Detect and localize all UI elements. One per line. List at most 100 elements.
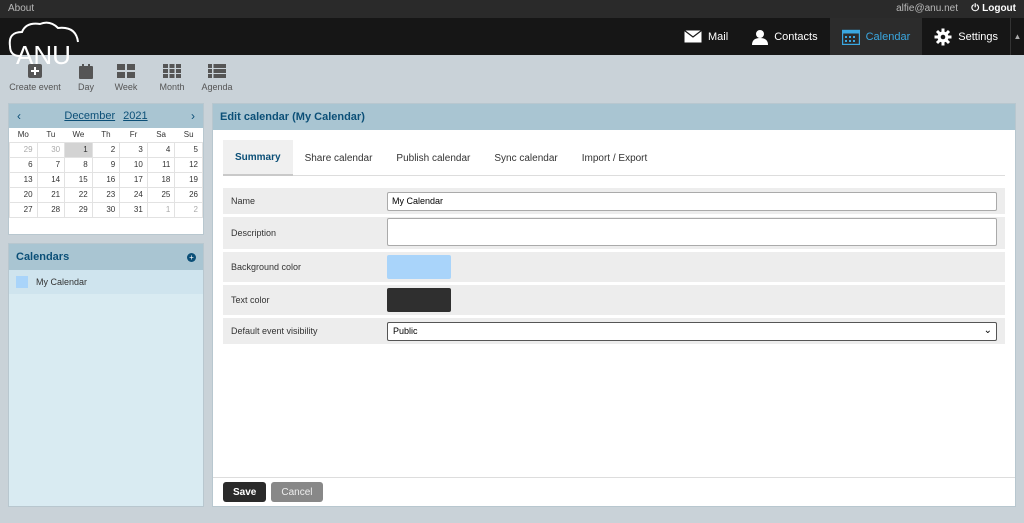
- nav-calendar-label: Calendar: [865, 30, 911, 43]
- nav-settings[interactable]: Settings: [922, 18, 1010, 55]
- day-cell[interactable]: 11: [146, 156, 176, 173]
- agenda-view-button[interactable]: Agenda: [194, 62, 240, 98]
- day-cell[interactable]: 26: [174, 186, 203, 203]
- week-icon: [117, 62, 135, 80]
- description-field[interactable]: [387, 217, 997, 246]
- nav-calendar[interactable]: Calendar: [829, 18, 923, 55]
- tab-summary[interactable]: Summary: [223, 140, 293, 176]
- day-cell[interactable]: 3: [119, 141, 148, 158]
- day-cell[interactable]: 15: [64, 171, 93, 188]
- day-cell[interactable]: 22: [64, 186, 93, 203]
- day-cell[interactable]: 8: [64, 156, 93, 173]
- calendar-list-item[interactable]: My Calendar: [9, 270, 203, 294]
- day-cell[interactable]: 12: [174, 156, 203, 173]
- calendars-panel: Calendars + My Calendar: [8, 243, 204, 507]
- weekday-header: Fr: [129, 130, 138, 140]
- about-link[interactable]: About: [8, 3, 34, 14]
- create-event-button[interactable]: Create event: [0, 62, 70, 98]
- day-cell[interactable]: 1: [146, 201, 176, 218]
- day-cell[interactable]: 10: [119, 156, 148, 173]
- tab-sync-calendar[interactable]: Sync calendar: [482, 140, 569, 176]
- background-color-picker[interactable]: [387, 255, 451, 279]
- save-button[interactable]: Save: [223, 482, 267, 502]
- agenda-label: Agenda: [201, 82, 233, 92]
- day-cell[interactable]: 29: [64, 201, 93, 218]
- weekday-header: Mo: [17, 130, 29, 140]
- text-color-picker[interactable]: [387, 288, 451, 312]
- year-select[interactable]: 2021: [123, 110, 147, 122]
- month-view-button[interactable]: Month: [150, 62, 194, 98]
- calendar-form: Name Description Background color Text c…: [223, 188, 1005, 347]
- day-cell[interactable]: 18: [146, 171, 176, 188]
- day-cell[interactable]: 24: [119, 186, 148, 203]
- day-cell[interactable]: 13: [9, 171, 38, 188]
- tab-share-calendar[interactable]: Share calendar: [293, 140, 385, 176]
- day-cell[interactable]: 6: [9, 156, 38, 173]
- day-cell[interactable]: 23: [91, 186, 121, 203]
- day-cell[interactable]: 20: [9, 186, 38, 203]
- chevron-down-icon: ⌄: [983, 324, 992, 336]
- day-cell[interactable]: 9: [91, 156, 121, 173]
- tab-import-export[interactable]: Import / Export: [570, 140, 660, 176]
- day-cell[interactable]: 4: [146, 141, 176, 158]
- gear-icon: [934, 28, 952, 45]
- nav-contacts[interactable]: Contacts: [740, 18, 829, 55]
- day-cell[interactable]: 5: [174, 141, 203, 158]
- visibility-label: Default event visibility: [231, 326, 318, 336]
- name-field[interactable]: [387, 191, 997, 211]
- logout-button[interactable]: ⏻ Logout: [971, 3, 1016, 14]
- week-view-button[interactable]: Week: [102, 62, 150, 98]
- day-cell[interactable]: 27: [9, 201, 38, 218]
- user-email: alfie@anu.net: [896, 3, 958, 14]
- day-cell[interactable]: 14: [36, 171, 66, 188]
- tab-publish-calendar[interactable]: Publish calendar: [384, 140, 482, 176]
- background-color-label: Background color: [231, 262, 302, 272]
- day-cell[interactable]: 2: [91, 141, 121, 158]
- day-cell[interactable]: 29: [9, 141, 38, 158]
- day-cell[interactable]: 28: [36, 201, 66, 218]
- next-month-icon[interactable]: ›: [191, 109, 195, 123]
- text-color-row: Text color: [223, 285, 1005, 315]
- name-row: Name: [223, 188, 1005, 214]
- day-cell[interactable]: 7: [36, 156, 66, 173]
- prev-month-icon[interactable]: ‹: [17, 109, 21, 123]
- agenda-icon: [208, 62, 226, 80]
- day-cell[interactable]: 2: [174, 201, 203, 218]
- nav-mail-label: Mail: [708, 30, 729, 43]
- mini-calendar: ‹ December 2021 › Mo Tu We Th Fr Sa Su 29 30 1 2 3 4…: [8, 103, 204, 235]
- day-view-button[interactable]: Day: [70, 62, 102, 98]
- create-event-label: Create event: [9, 82, 61, 92]
- nav-expand-arrow-icon[interactable]: ▲: [1010, 18, 1024, 55]
- nav-settings-label: Settings: [958, 30, 998, 43]
- day-cell[interactable]: 19: [174, 171, 203, 188]
- month-icon: [163, 62, 181, 80]
- day-cell[interactable]: 17: [119, 171, 148, 188]
- nav-mail[interactable]: Mail: [672, 18, 740, 55]
- day-label: Day: [77, 82, 94, 92]
- edit-calendar-title: Edit calendar (My Calendar): [213, 104, 1015, 130]
- text-color-label: Text color: [231, 295, 270, 305]
- weekday-header: We: [72, 130, 85, 140]
- main-nav: Mail Contacts Calendar Settings ▲: [672, 18, 1024, 55]
- calendar-name: My Calendar: [36, 277, 88, 287]
- nav-contacts-label: Contacts: [774, 30, 818, 43]
- day-cell[interactable]: 1: [64, 141, 93, 158]
- week-label: Week: [114, 82, 138, 92]
- description-label: Description: [231, 228, 277, 238]
- day-cell[interactable]: 21: [36, 186, 66, 203]
- cancel-button[interactable]: Cancel: [271, 482, 323, 502]
- day-cell[interactable]: 31: [119, 201, 148, 218]
- edit-calendar-panel: Edit calendar (My Calendar) Summary Shar…: [212, 103, 1016, 507]
- day-cell[interactable]: 30: [91, 201, 121, 218]
- day-cell[interactable]: 16: [91, 171, 121, 188]
- day-cell[interactable]: 25: [146, 186, 176, 203]
- calendars-title: Calendars: [16, 251, 70, 263]
- person-icon: [752, 29, 769, 45]
- weekday-header: Sa: [156, 130, 166, 140]
- day-cell[interactable]: 30: [36, 141, 66, 158]
- month-select[interactable]: December: [64, 110, 115, 122]
- name-label: Name: [231, 196, 256, 206]
- visibility-select[interactable]: Public ⌄: [387, 321, 997, 341]
- calendar-toolbar: Create event Day Week Month Agenda: [0, 62, 240, 98]
- add-calendar-icon[interactable]: +: [187, 252, 196, 262]
